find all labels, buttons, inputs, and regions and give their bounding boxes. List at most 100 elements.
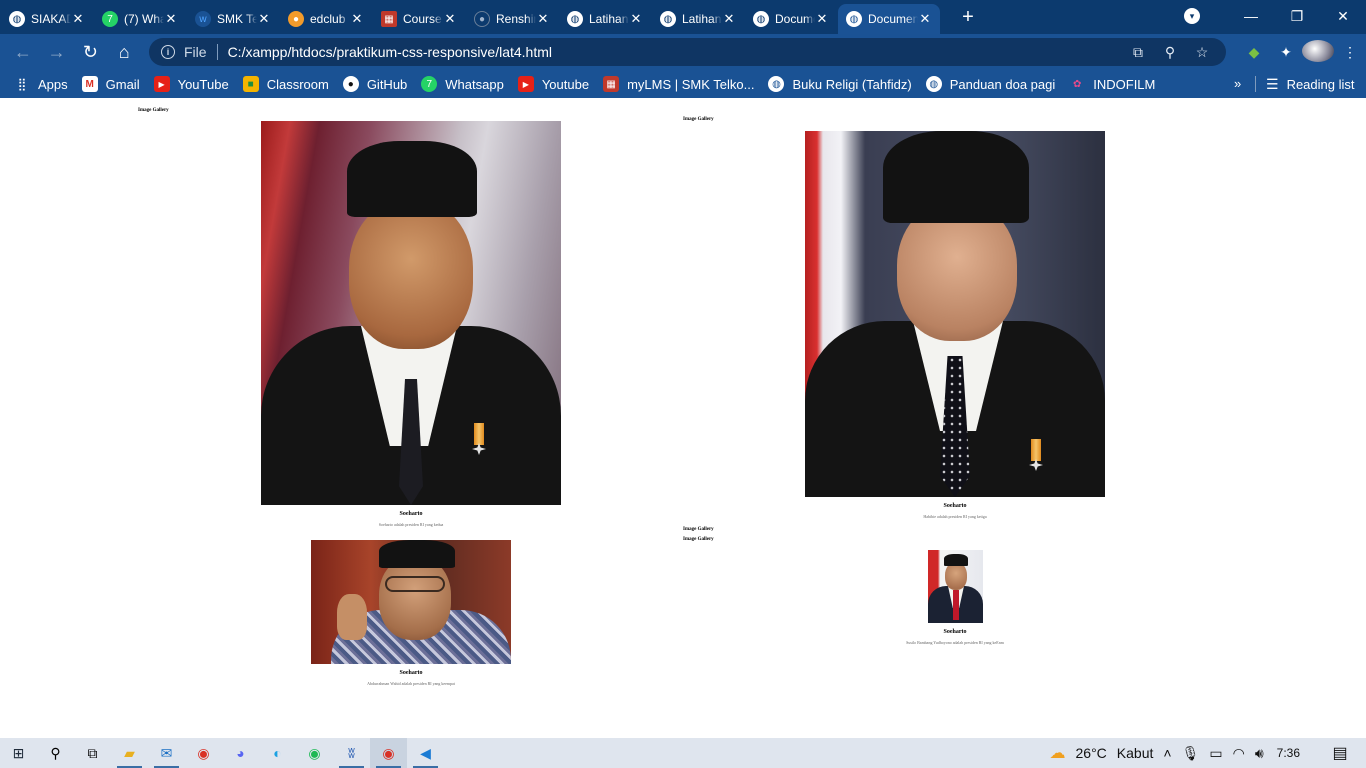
browser-tab[interactable]: ◍ Document ✕ (745, 4, 837, 34)
browser-tab[interactable]: w SMK Telkom ✕ (187, 4, 279, 34)
extension-icon[interactable]: ◆ (1238, 44, 1270, 61)
mail-icon[interactable]: ✉ (148, 738, 185, 768)
browser-tab[interactable]: ● Renshinn ✕ (466, 4, 558, 34)
portrait-raised-hand (337, 594, 367, 640)
bookmark-apps[interactable]: ⣿ Apps (14, 76, 68, 92)
url-text[interactable]: C:/xampp/htdocs/praktikum-css-responsive… (228, 44, 552, 60)
search-icon[interactable]: ⚲ (37, 738, 74, 768)
browser-tab[interactable]: ◍ Latihan Praktikum ✕ (559, 4, 651, 34)
browser-toolbar: ← → ↻ ⌂ i File C:/xampp/htdocs/praktikum… (0, 34, 1366, 70)
weather-desc[interactable]: Kabut (1117, 745, 1154, 761)
apps-grid-icon: ⣿ (17, 77, 27, 91)
caption-description: Susilo Bambang Yudhoyono adalah presiden… (906, 640, 1004, 645)
menu-kebab-icon[interactable]: ⋮ (1334, 44, 1366, 61)
globe-icon: ◍ (660, 11, 676, 27)
bookmark-github[interactable]: ● GitHub (342, 76, 408, 92)
portrait-peci (347, 141, 477, 217)
close-tab-icon[interactable]: ✕ (536, 11, 550, 27)
task-view-icon[interactable]: ⧉ (74, 738, 111, 768)
bookmark-label: INDOFILM (1093, 76, 1156, 92)
bookmark-label: Buku Religi (Tahfidz) (792, 76, 912, 92)
reading-list-button[interactable]: ☰ Reading list (1266, 70, 1355, 98)
chrome-icon[interactable]: ◉ (185, 738, 222, 768)
close-tab-icon[interactable]: ✕ (722, 11, 736, 27)
new-tab-button[interactable]: + (954, 3, 982, 31)
youtube-icon: ▶ (153, 76, 170, 92)
close-window-button[interactable]: ✕ (1320, 0, 1366, 32)
show-hidden-icons-chevron-up-icon[interactable]: ˄ (1163, 745, 1171, 761)
close-tab-icon[interactable]: ✕ (257, 11, 271, 27)
wifi-icon[interactable]: ◠ (1233, 745, 1245, 762)
address-bar[interactable]: i File C:/xampp/htdocs/praktikum-css-res… (149, 38, 1226, 66)
caption-name: Soeharto (399, 511, 423, 517)
discord-icon[interactable]: ◕ (222, 738, 259, 768)
clock-time[interactable]: 7:36 (1277, 746, 1300, 760)
weather-icon[interactable]: ☁ (1050, 743, 1066, 763)
close-tab-icon[interactable]: ✕ (918, 11, 932, 27)
bookmark-whatsapp[interactable]: 7 Whatsapp (421, 76, 504, 92)
browser-tab[interactable]: 7 (7) WhatsApp ✕ (94, 4, 186, 34)
vscode-icon[interactable]: ◀ (407, 738, 444, 768)
zoom-icon[interactable]: ⚲ (1154, 44, 1186, 61)
notification-center-icon[interactable]: ▤ (1319, 743, 1361, 763)
battery-icon[interactable]: ▭ (1209, 745, 1222, 762)
translate-icon[interactable]: ⧉ (1122, 44, 1154, 61)
bookmark-youtube-2[interactable]: ▶ Youtube (517, 76, 590, 92)
bookmark-gmail[interactable]: M Gmail (81, 76, 140, 92)
close-tab-icon[interactable]: ✕ (350, 11, 364, 27)
browser-tab-active[interactable]: ◍ Document ✕ (838, 4, 940, 34)
volume-icon[interactable]: 🔊︎ (1255, 745, 1264, 762)
close-tab-icon[interactable]: ✕ (71, 11, 85, 27)
windows-taskbar: ⊞ ⚲ ⧉ ▰ ✉ ◉ ◕ ◐ ◉ ʬ ◉ ◀ ☁ 26°C Kabut ˄ 🎙… (0, 738, 1366, 768)
extensions-puzzle-icon[interactable]: ✦ (1270, 44, 1302, 61)
weather-temp[interactable]: 26°C (1076, 745, 1107, 761)
site-info-icon[interactable]: i (161, 45, 175, 59)
tab-search-icon[interactable]: ▾ (1184, 8, 1200, 24)
minimize-button[interactable]: — (1228, 0, 1274, 32)
bookmark-buku-religi[interactable]: ◍ Buku Religi (Tahfidz) (768, 76, 912, 92)
profile-avatar[interactable] (1302, 39, 1334, 65)
gmail-icon: M (81, 76, 98, 92)
bookmark-label: Youtube (541, 76, 590, 92)
bookmark-mylms[interactable]: ▦ myLMS | SMK Telko... (603, 76, 754, 92)
tab-title: Renshinn (496, 12, 536, 26)
edlink-app-icon[interactable]: ʬ (333, 738, 370, 768)
browser-tab[interactable]: ◍ Latihan Praktikum ✕ (652, 4, 744, 34)
tab-title: Course: Pemrograman (403, 12, 443, 26)
home-button[interactable]: ⌂ (109, 37, 139, 67)
browser-tab[interactable]: ● edclub ✕ (280, 4, 372, 34)
windows-start-icon[interactable]: ⊞ (0, 738, 37, 768)
bookmark-youtube[interactable]: ▶ YouTube (153, 76, 229, 92)
back-button[interactable]: ← (8, 37, 38, 67)
tab-title: edclub (310, 12, 346, 26)
file-explorer-icon[interactable]: ▰ (111, 738, 148, 768)
bookmark-indofilm[interactable]: ✿ INDOFILM (1069, 76, 1155, 92)
caption-name: Soeharto (943, 629, 967, 635)
restore-button[interactable]: ❐ (1274, 0, 1320, 32)
photo-sby (928, 550, 983, 623)
tab-strip: ◍ SIAKAD SMK ✕ 7 (7) WhatsApp ✕ w SMK Te… (0, 0, 1366, 34)
bookmark-panduan-doa[interactable]: ◍ Panduan doa pagi (925, 76, 1055, 92)
edge-icon[interactable]: ◐ (259, 738, 296, 768)
reload-button[interactable]: ↻ (76, 37, 106, 67)
photo-soeharto (261, 121, 561, 505)
more-bookmarks-button[interactable]: » (1234, 76, 1241, 91)
close-tab-icon[interactable]: ✕ (443, 11, 457, 27)
caption-description: Soeharto adalah presiden RI yang kedua (378, 522, 444, 527)
bookmark-star-icon[interactable]: ☆ (1186, 44, 1218, 61)
close-tab-icon[interactable]: ✕ (815, 11, 829, 27)
microphone-icon[interactable]: 🎙︎ (1182, 745, 1200, 762)
browser-tab[interactable]: ◍ SIAKAD SMK ✕ (1, 4, 93, 34)
edclub-icon: ● (288, 11, 304, 27)
browser-tab[interactable]: ▦ Course: Pemrograman ✕ (373, 4, 465, 34)
course-icon: ▦ (381, 11, 397, 27)
bookmark-classroom[interactable]: ■ Classroom (242, 76, 329, 92)
close-tab-icon[interactable]: ✕ (629, 11, 643, 27)
bookmark-label: GitHub (366, 76, 408, 92)
forward-button[interactable]: → (42, 37, 72, 67)
tab-title: SMK Telkom (217, 12, 257, 26)
spotify-icon[interactable]: ◉ (296, 738, 333, 768)
window-controls: ▾ — ❐ ✕ (1184, 0, 1366, 32)
close-tab-icon[interactable]: ✕ (164, 11, 178, 27)
chrome-active-icon[interactable]: ◉ (370, 738, 407, 768)
